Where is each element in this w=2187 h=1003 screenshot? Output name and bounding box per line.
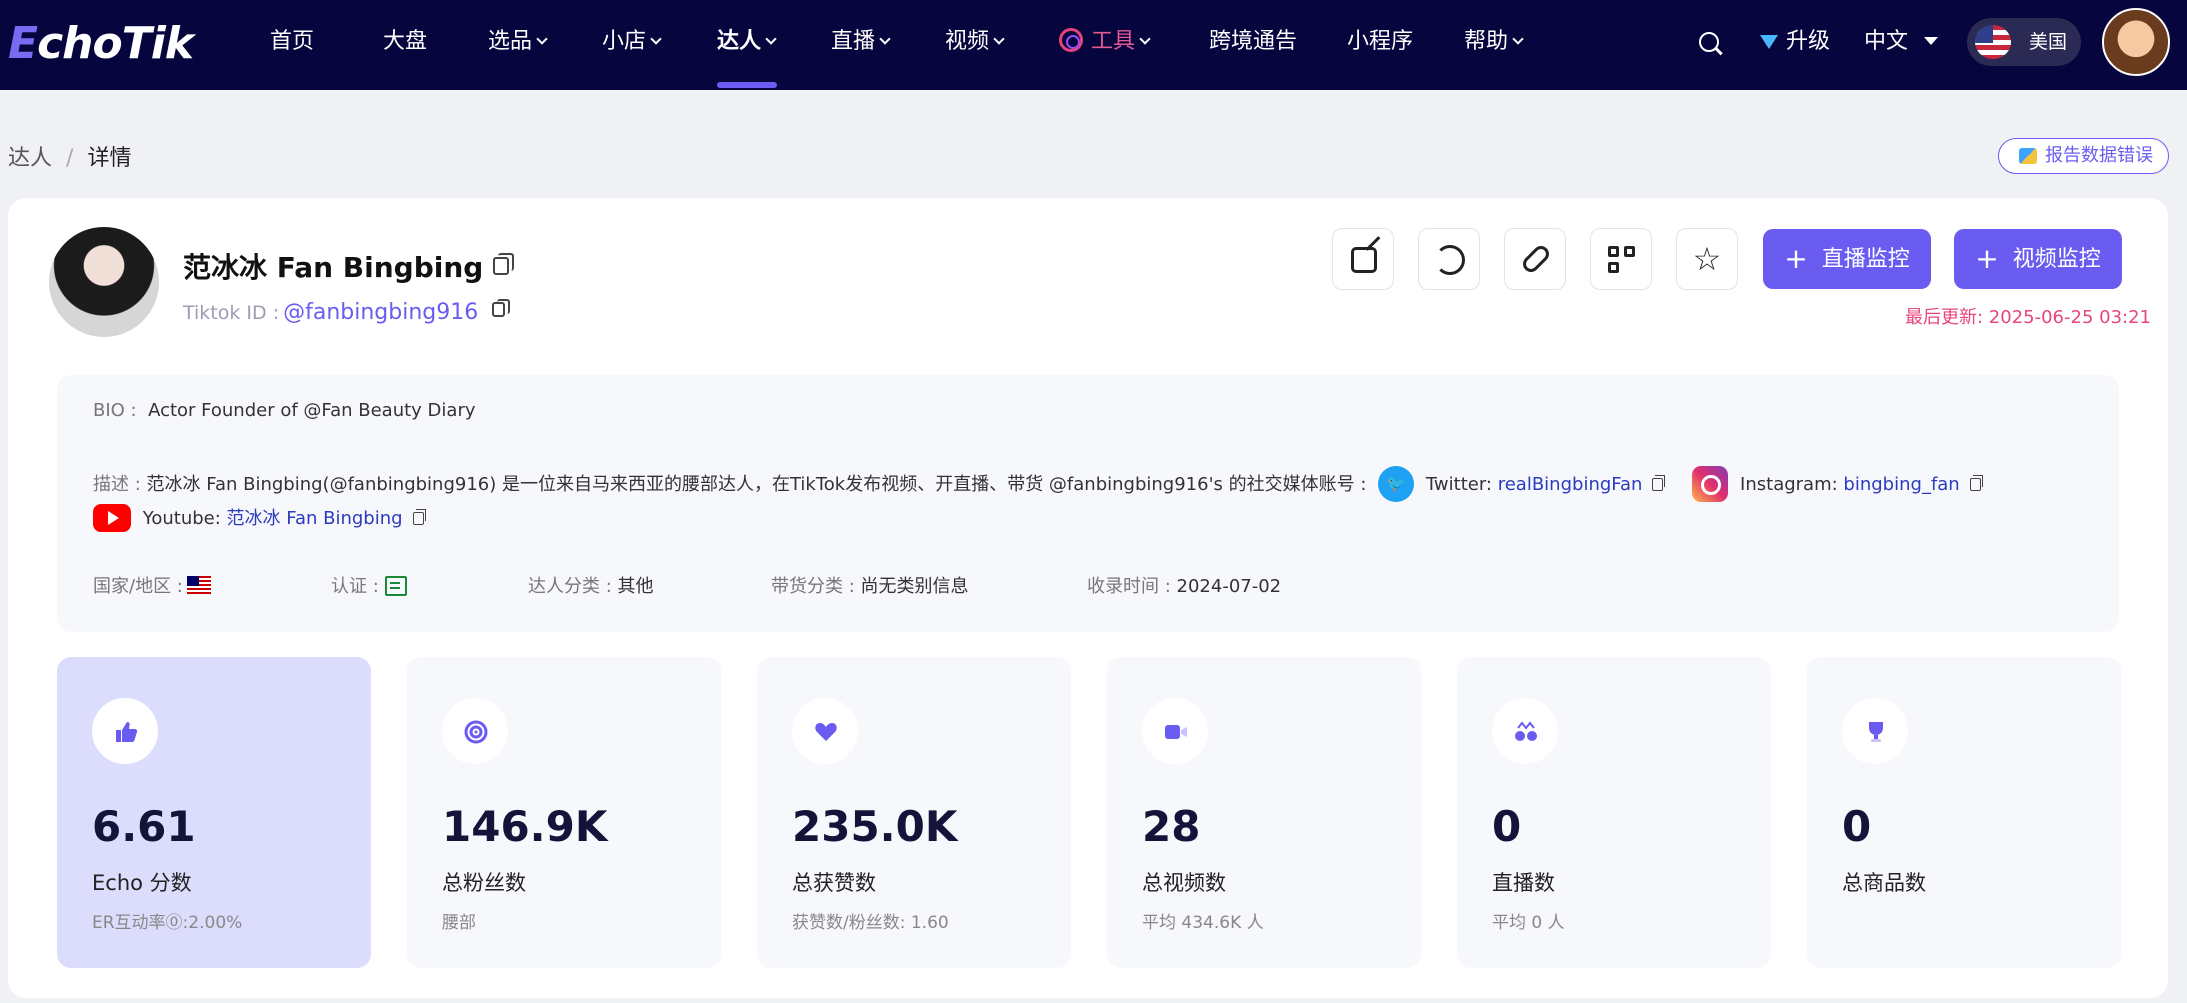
nav-help[interactable]: 帮助 [1464, 22, 1524, 62]
favorite-button[interactable]: ☆ [1676, 228, 1738, 290]
stat-card-echo-score: 6.61 Echo 分数 ER互动率⓪:2.00% [57, 657, 371, 968]
breadcrumb-creators[interactable]: 达人 [8, 146, 52, 171]
chevron-down-icon [536, 33, 548, 45]
plus-icon: + [1784, 242, 1808, 275]
creator-avatar [49, 227, 159, 337]
thumbs-up-icon [116, 722, 138, 742]
trophy-icon [1869, 722, 1883, 742]
bio-line: BIO : Actor Founder of @Fan Beauty Diary [93, 400, 476, 421]
nav-crossborder[interactable]: 跨境通告 [1209, 22, 1297, 62]
language-select[interactable]: 中文 [1864, 22, 1939, 62]
country-field: 国家/地区 : [93, 572, 211, 598]
video-monitor-button[interactable]: + 视频监控 [1954, 229, 2122, 289]
stat-card-likes: 235.0K 总获赞数 获赞数/粉丝数: 1.60 [757, 657, 1071, 968]
external-link-icon [1351, 247, 1377, 273]
upgrade-button[interactable]: 升级 [1760, 22, 1830, 62]
chevron-down-icon [879, 33, 891, 45]
nav-miniprogram[interactable]: 小程序 [1347, 22, 1413, 62]
qr-code-icon [1608, 246, 1636, 274]
target-icon [464, 720, 488, 744]
tiktok-handle-link[interactable]: @fanbingbing916 [283, 300, 478, 325]
live-monitor-button[interactable]: + 直播监控 [1763, 229, 1931, 289]
copy-icon[interactable] [412, 509, 426, 525]
youtube-line: Youtube: 范冰冰 Fan Bingbing [93, 504, 426, 532]
chevron-down-icon [1139, 33, 1151, 45]
openai-icon [1059, 28, 1083, 52]
twitter-link[interactable]: realBingbingFan [1498, 474, 1643, 495]
verification-field: 认证 : [331, 572, 407, 598]
nav-home[interactable]: 首页 [270, 22, 314, 62]
diamond-icon [1760, 35, 1778, 49]
qr-code-button[interactable] [1590, 228, 1652, 290]
youtube-link[interactable]: 范冰冰 Fan Bingbing [227, 508, 403, 529]
us-flag-icon [1975, 25, 2011, 59]
bio-text: Actor Founder of @Fan Beauty Diary [148, 400, 476, 421]
copy-link-button[interactable] [1504, 228, 1566, 290]
creator-category-field: 达人分类 : 其他 [528, 576, 654, 597]
report-data-error-button[interactable]: 报告数据错误 [1998, 138, 2169, 174]
chevron-down-icon [993, 33, 1005, 45]
description-line: 描述 : 范冰冰 Fan Bingbing(@fanbingbing916) 是… [93, 466, 1983, 502]
stat-card-lives: 0 直播数 平均 0 人 [1457, 657, 1771, 968]
echotik-logo[interactable]: EchoTik [8, 16, 194, 72]
stat-card-videos: 28 总视频数 平均 434.6K 人 [1107, 657, 1421, 968]
search-icon[interactable] [1699, 32, 1719, 52]
user-avatar[interactable] [2102, 8, 2170, 76]
goods-category-field: 带货分类 : 尚无类别信息 [771, 576, 969, 597]
nav-market[interactable]: 大盘 [383, 22, 427, 62]
nav-products[interactable]: 选品 [488, 22, 548, 62]
caret-down-icon [1924, 37, 1939, 45]
indexed-date-field: 收录时间 : 2024-07-02 [1087, 576, 1282, 597]
malaysia-flag-icon [186, 576, 211, 594]
stat-card-products: 0 总商品数 [1807, 657, 2121, 968]
heart-icon [815, 723, 837, 741]
copy-icon[interactable] [492, 299, 511, 317]
active-tab-indicator [717, 82, 777, 88]
copy-icon[interactable] [493, 253, 515, 275]
refresh-button[interactable] [1418, 228, 1480, 290]
star-icon: ☆ [1692, 240, 1722, 278]
breadcrumb: 达人 / 详情 [8, 146, 132, 171]
stat-card-followers: 146.9K 总粉丝数 腰部 [407, 657, 721, 968]
refresh-icon [1435, 245, 1465, 275]
open-external-button[interactable] [1332, 228, 1394, 290]
copy-icon[interactable] [1652, 475, 1666, 491]
region-select[interactable]: 美国 [1967, 18, 2081, 66]
twitter-icon [1378, 466, 1415, 502]
nav-videos[interactable]: 视频 [945, 22, 1005, 62]
report-icon [2019, 148, 2037, 164]
nav-creators[interactable]: 达人 [717, 22, 777, 62]
chevron-down-icon [765, 33, 777, 45]
instagram-link[interactable]: bingbing_fan [1843, 474, 1959, 495]
id-card-icon [384, 576, 407, 596]
copy-icon[interactable] [1969, 475, 1983, 491]
link-icon [1519, 242, 1553, 276]
chevron-down-icon [1512, 33, 1524, 45]
tiktok-id: Tiktok ID : @fanbingbing916 [183, 299, 511, 325]
top-nav: EchoTik 首页 大盘 选品 小店 达人 直播 视频 工具 跨境通告 小程序… [0, 0, 2187, 90]
nav-tools[interactable]: 工具 [1059, 22, 1151, 62]
plus-icon: + [1975, 242, 1999, 275]
chevron-down-icon [650, 33, 662, 45]
creator-name: 范冰冰 Fan Bingbing [183, 246, 515, 286]
youtube-icon [93, 504, 131, 532]
live-icon [1515, 721, 1537, 741]
nav-shops[interactable]: 小店 [602, 22, 662, 62]
video-icon [1165, 725, 1187, 739]
breadcrumb-detail: 详情 [87, 146, 132, 171]
nav-live[interactable]: 直播 [831, 22, 891, 62]
instagram-icon [1692, 466, 1729, 502]
description-text: 范冰冰 Fan Bingbing(@fanbingbing916) 是一位来自马… [146, 474, 1367, 495]
last-updated: 最后更新: 2025-06-25 03:21 [1905, 307, 2151, 328]
